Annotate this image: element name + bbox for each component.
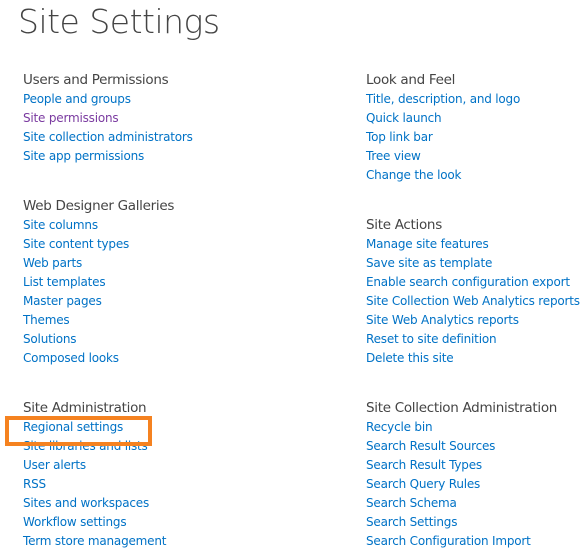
link-recycle-bin[interactable]: Recycle bin (366, 418, 557, 437)
link-save-site-as-template[interactable]: Save site as template (366, 254, 580, 273)
link-solutions[interactable]: Solutions (23, 330, 174, 349)
section-title: Users and Permissions (23, 72, 169, 88)
link-themes[interactable]: Themes (23, 311, 174, 330)
link-enable-search-configuration-export[interactable]: Enable search configuration export (366, 273, 580, 292)
link-manage-site-features[interactable]: Manage site features (366, 235, 580, 254)
link-tree-view[interactable]: Tree view (366, 147, 520, 166)
link-rss[interactable]: RSS (23, 475, 166, 494)
link-delete-this-site[interactable]: Delete this site (366, 349, 580, 368)
link-change-the-look[interactable]: Change the look (366, 166, 520, 185)
link-web-parts[interactable]: Web parts (23, 254, 174, 273)
link-search-query-rules[interactable]: Search Query Rules (366, 475, 557, 494)
link-sites-and-workspaces[interactable]: Sites and workspaces (23, 494, 166, 513)
link-reset-to-site-definition[interactable]: Reset to site definition (366, 330, 580, 349)
link-site-app-permissions[interactable]: Site app permissions (23, 147, 193, 166)
link-workflow-settings[interactable]: Workflow settings (23, 513, 166, 532)
section-users-and-permissions: Users and Permissions People and groups … (23, 71, 193, 166)
link-site-libraries-and-lists[interactable]: Site libraries and lists (23, 437, 166, 456)
page-title: Site Settings (18, 2, 220, 41)
link-search-schema[interactable]: Search Schema (366, 494, 557, 513)
link-site-collection-web-analytics-reports[interactable]: Site Collection Web Analytics reports (366, 292, 580, 311)
link-site-permissions[interactable]: Site permissions (23, 109, 193, 128)
link-composed-looks[interactable]: Composed looks (23, 349, 174, 368)
section-look-and-feel: Look and Feel Title, description, and lo… (366, 71, 520, 185)
link-site-web-analytics-reports[interactable]: Site Web Analytics reports (366, 311, 580, 330)
link-regional-settings[interactable]: Regional settings (23, 418, 166, 437)
link-top-link-bar[interactable]: Top link bar (366, 128, 520, 147)
section-title: Look and Feel (366, 72, 456, 88)
link-search-configuration-import[interactable]: Search Configuration Import (366, 532, 557, 551)
section-site-administration: Site Administration Regional settings Si… (23, 399, 166, 551)
link-site-collection-administrators[interactable]: Site collection administrators (23, 128, 193, 147)
link-title-description-logo[interactable]: Title, description, and logo (366, 90, 520, 109)
link-search-settings[interactable]: Search Settings (366, 513, 557, 532)
link-term-store-management[interactable]: Term store management (23, 532, 166, 551)
link-user-alerts[interactable]: User alerts (23, 456, 166, 475)
section-title: Web Designer Galleries (23, 198, 175, 214)
link-quick-launch[interactable]: Quick launch (366, 109, 520, 128)
link-search-result-types[interactable]: Search Result Types (366, 456, 557, 475)
link-search-result-sources[interactable]: Search Result Sources (366, 437, 557, 456)
section-site-actions: Site Actions Manage site features Save s… (366, 216, 580, 368)
section-title: Site Actions (366, 217, 442, 233)
section-web-designer-galleries: Web Designer Galleries Site columns Site… (23, 197, 174, 368)
link-site-content-types[interactable]: Site content types (23, 235, 174, 254)
link-master-pages[interactable]: Master pages (23, 292, 174, 311)
link-site-columns[interactable]: Site columns (23, 216, 174, 235)
section-title: Site Collection Administration (366, 400, 558, 416)
section-site-collection-administration: Site Collection Administration Recycle b… (366, 399, 557, 551)
link-list-templates[interactable]: List templates (23, 273, 174, 292)
link-people-and-groups[interactable]: People and groups (23, 90, 193, 109)
section-title: Site Administration (23, 400, 147, 416)
